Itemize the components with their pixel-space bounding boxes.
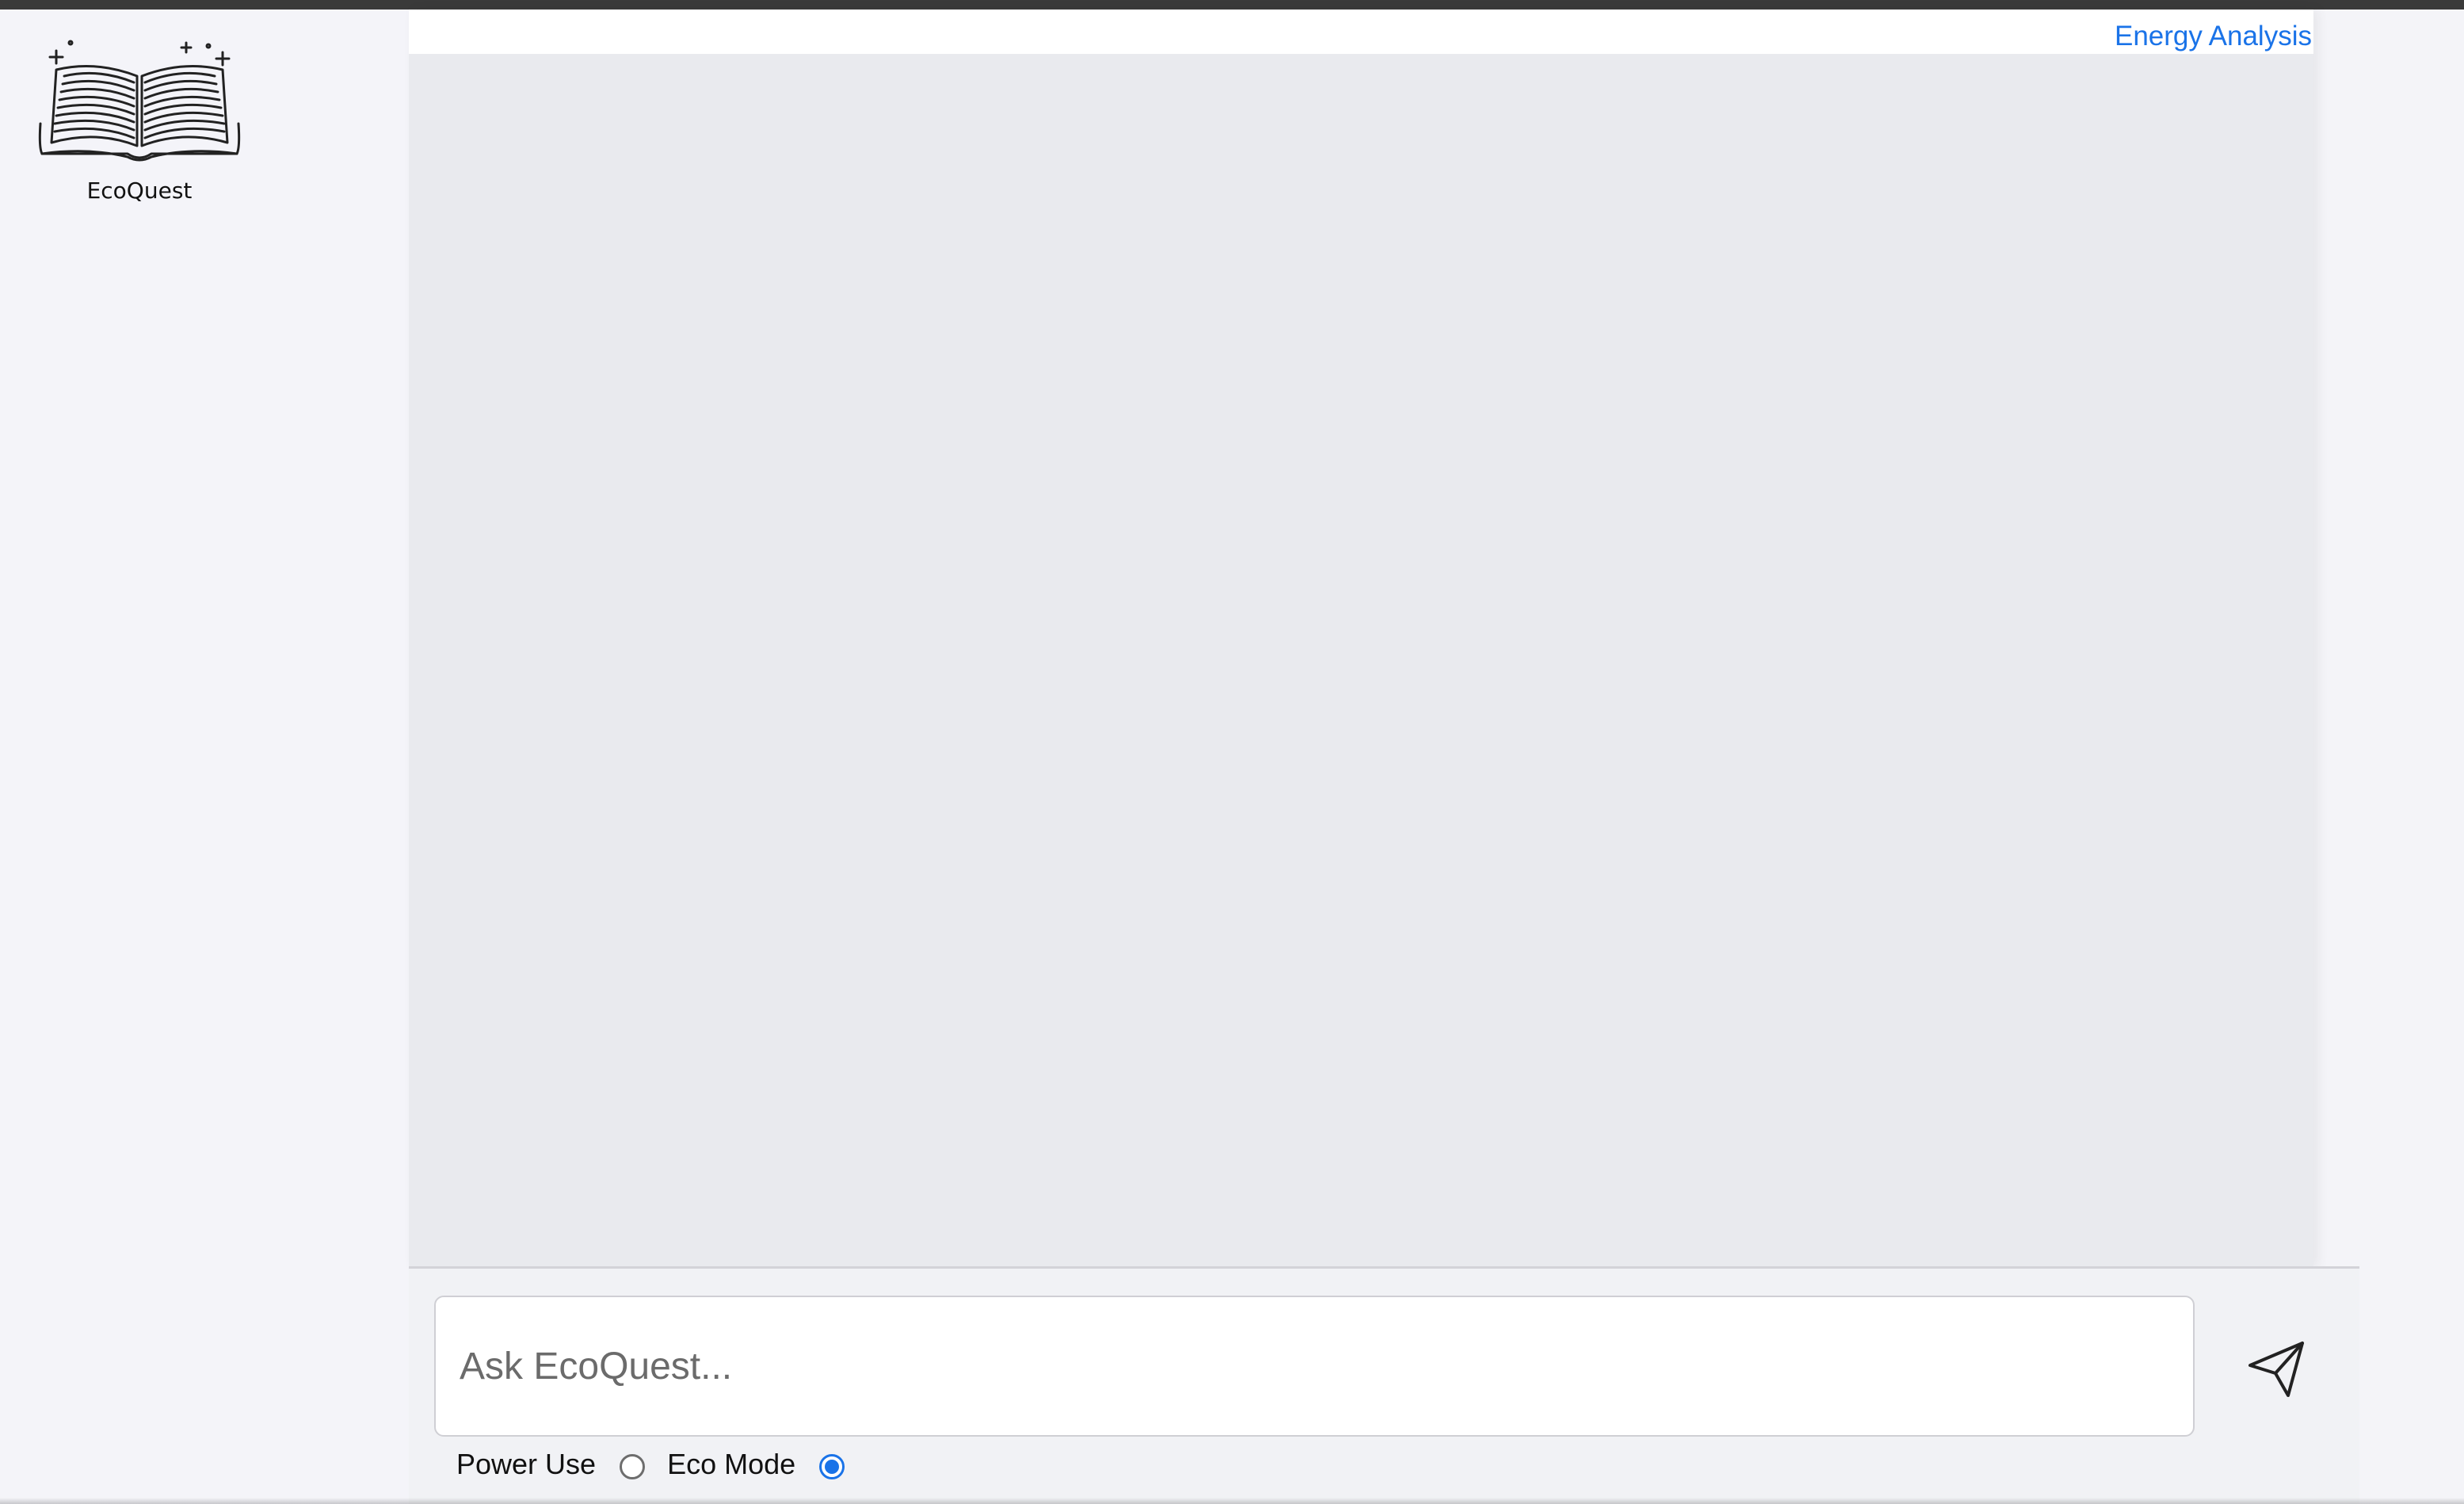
app-name: EcoQuest xyxy=(86,178,193,204)
main-header: Energy Analysis xyxy=(409,10,2313,54)
app-logo[interactable]: EcoQuest xyxy=(29,29,250,211)
send-button[interactable] xyxy=(2239,1329,2315,1405)
chat-input[interactable] xyxy=(434,1296,2195,1437)
sidebar: EcoQuest xyxy=(0,10,409,1504)
open-book-icon xyxy=(38,40,241,162)
send-icon xyxy=(2248,1342,2304,1397)
energy-analysis-link[interactable]: Energy Analysis xyxy=(2115,21,2312,52)
composer: Power Use Eco Mode xyxy=(409,1269,2359,1504)
eco-mode-label: Eco Mode xyxy=(667,1448,796,1480)
power-use-radio[interactable] xyxy=(620,1454,646,1479)
power-use-label: Power Use xyxy=(456,1448,597,1480)
eco-mode-radio[interactable] xyxy=(819,1454,845,1479)
chat-area: Energy Analysis xyxy=(409,10,2313,1268)
window-top-bar xyxy=(0,0,2464,10)
window-bottom-edge xyxy=(0,1498,2464,1504)
mode-selector: Power Use Eco Mode xyxy=(456,1445,867,1484)
